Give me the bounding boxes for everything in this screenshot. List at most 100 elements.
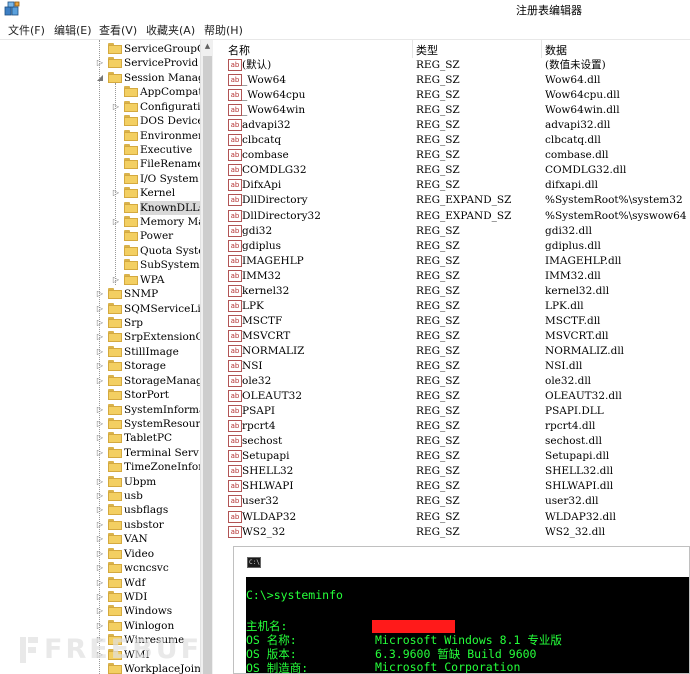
tree-item[interactable]: ◢ Session Manag (96, 71, 212, 85)
tree-item[interactable]: ▷ StillImage (96, 345, 212, 359)
value-row[interactable]: ab DifxApi REG_SZ difxapi.dll (214, 178, 690, 193)
tree-item[interactable]: KnownDLLs (112, 200, 212, 215)
column-header-data[interactable]: 数据 (545, 42, 567, 58)
tree-item[interactable]: ▷ usbflags (96, 503, 212, 517)
tree-scrollbar[interactable]: ▲ (200, 40, 213, 674)
column-separator[interactable] (412, 40, 413, 58)
value-row[interactable]: ab clbcatq REG_SZ clbcatq.dll (214, 133, 690, 148)
value-row[interactable]: ab MSCTF REG_SZ MSCTF.dll (214, 314, 690, 329)
value-row[interactable]: ab NORMALIZ REG_SZ NORMALIZ.dll (214, 344, 690, 359)
expand-arrow-right-icon[interactable]: ▷ (96, 533, 104, 545)
expand-arrow-right-icon[interactable]: ▷ (96, 490, 104, 502)
tree-item[interactable]: ▷ Video (96, 547, 212, 561)
expand-arrow-right-icon[interactable]: ▷ (112, 187, 120, 199)
menu-file[interactable]: 文件(F) (8, 22, 45, 38)
expand-arrow-right-icon[interactable]: ▷ (96, 476, 104, 488)
tree-item[interactable]: ▷ Kernel (112, 186, 212, 200)
tree-item[interactable]: ▷ TabletPC (96, 431, 212, 445)
tree-item[interactable]: DOS Devices (112, 114, 212, 128)
tree-item[interactable]: FileRename0 (112, 157, 212, 171)
expand-arrow-right-icon[interactable]: ▷ (96, 548, 104, 560)
expand-arrow-right-icon[interactable]: ▷ (96, 504, 104, 516)
expand-arrow-right-icon[interactable]: ▷ (96, 360, 104, 372)
tree-item[interactable]: Environment (112, 129, 212, 143)
tree-item[interactable]: ▷ wcncsvc (96, 561, 212, 575)
menu-favorites[interactable]: 收藏夹(A) (146, 22, 195, 38)
tree-item[interactable]: ▷ Memory Mana (112, 215, 212, 229)
value-row[interactable]: ab WLDAP32 REG_SZ WLDAP32.dll (214, 510, 690, 525)
tree-item[interactable]: ▷ SystemResourc (96, 417, 212, 431)
expand-arrow-right-icon[interactable]: ▷ (112, 216, 120, 228)
registry-key-tree[interactable]: ServiceGroupO ▷ ServiceProvid ◢ Session Mana… (0, 40, 213, 674)
expand-arrow-right-icon[interactable]: ▷ (96, 288, 104, 300)
value-row[interactable]: ab WS2_32 REG_SZ WS2_32.dll (214, 525, 690, 540)
expand-arrow-down-icon[interactable]: ◢ (96, 72, 104, 84)
tree-item[interactable]: ▷ Srp (96, 316, 212, 330)
value-row[interactable]: ab DllDirectory REG_EXPAND_SZ %SystemRoot%\… (214, 193, 690, 208)
expand-arrow-right-icon[interactable]: ▷ (96, 562, 104, 574)
value-row[interactable]: ab user32 REG_SZ user32.dll (214, 494, 690, 509)
value-row[interactable]: ab Setupapi REG_SZ Setupapi.dll (214, 449, 690, 464)
value-row[interactable]: ab advapi32 REG_SZ advapi32.dll (214, 118, 690, 133)
expand-arrow-right-icon[interactable]: ▷ (96, 519, 104, 531)
tree-item[interactable]: TimeZoneInfor (96, 460, 212, 474)
regedit-app-icon[interactable] (4, 1, 20, 16)
tree-item[interactable]: ▷ Windows (96, 604, 212, 618)
value-row[interactable]: ab DllDirectory32 REG_EXPAND_SZ %SystemRoot… (214, 209, 690, 224)
tree-item[interactable]: ▷ WPA (112, 273, 212, 287)
menu-view[interactable]: 查看(V) (99, 22, 137, 38)
tree-item[interactable]: ▷ SystemInforma (96, 403, 212, 417)
value-row[interactable]: ab _Wow64 REG_SZ Wow64.dll (214, 73, 690, 88)
tree-item[interactable]: ▷ SrpExtensionC (96, 330, 212, 344)
tree-item[interactable]: ▷ Terminal Serv (96, 446, 212, 460)
tree-item[interactable]: ▷ VAN (96, 532, 212, 546)
tree-item[interactable]: ▷ usbstor (96, 518, 212, 532)
tree-item[interactable]: SubSystems (112, 258, 212, 272)
scroll-up-arrow-icon[interactable]: ▲ (202, 41, 213, 52)
value-row[interactable]: ab IMM32 REG_SZ IMM32.dll (214, 269, 690, 284)
expand-arrow-right-icon[interactable]: ▷ (96, 346, 104, 358)
tree-item[interactable]: I/O System (112, 172, 212, 186)
menu-help[interactable]: 帮助(H) (204, 22, 243, 38)
column-header-name[interactable]: 名称 (228, 42, 250, 58)
value-row[interactable]: ab rpcrt4 REG_SZ rpcrt4.dll (214, 419, 690, 434)
expand-arrow-right-icon[interactable]: ▷ (96, 317, 104, 329)
value-row[interactable]: ab OLEAUT32 REG_SZ OLEAUT32.dll (214, 389, 690, 404)
column-separator[interactable] (541, 40, 542, 58)
tree-item[interactable]: AppCompatCa (112, 85, 212, 99)
value-row[interactable]: ab IMAGEHLP REG_SZ IMAGEHLP.dll (214, 254, 690, 269)
tree-item[interactable]: ▷ Storage (96, 359, 212, 373)
menu-edit[interactable]: 编辑(E) (54, 22, 92, 38)
tree-item[interactable]: ▷ Ubpm (96, 475, 212, 489)
tree-item[interactable]: ▷ usb (96, 489, 212, 503)
tree-item[interactable]: ▷ Wdf (96, 576, 212, 590)
expand-arrow-right-icon[interactable]: ▷ (96, 57, 104, 69)
expand-arrow-right-icon[interactable]: ▷ (96, 418, 104, 430)
tree-item[interactable]: ▷ SNMP (96, 287, 212, 301)
value-row[interactable]: ab combase REG_SZ combase.dll (214, 148, 690, 163)
value-row[interactable]: ab NSI REG_SZ NSI.dll (214, 359, 690, 374)
tree-item[interactable]: ▷ StorageManage (96, 374, 212, 388)
tree-item[interactable]: ▷ WDI (96, 590, 212, 604)
tree-item[interactable]: ▷ SQMServiceLis (96, 302, 212, 316)
expand-arrow-right-icon[interactable]: ▷ (96, 605, 104, 617)
expand-arrow-right-icon[interactable]: ▷ (96, 303, 104, 315)
tree-item[interactable]: ServiceGroupO (96, 42, 212, 56)
expand-arrow-right-icon[interactable]: ▷ (96, 404, 104, 416)
expand-arrow-right-icon[interactable]: ▷ (96, 432, 104, 444)
value-row[interactable]: ab _Wow64cpu REG_SZ Wow64cpu.dll (214, 88, 690, 103)
value-row[interactable]: ab ole32 REG_SZ ole32.dll (214, 374, 690, 389)
tree-item[interactable]: Executive (112, 143, 212, 157)
tree-item[interactable]: ▷ Winlogon (96, 619, 212, 633)
value-row[interactable]: ab PSAPI REG_SZ PSAPI.DLL (214, 404, 690, 419)
value-row[interactable]: ab _Wow64win REG_SZ Wow64win.dll (214, 103, 690, 118)
value-row[interactable]: ab kernel32 REG_SZ kernel32.dll (214, 284, 690, 299)
expand-arrow-right-icon[interactable]: ▷ (96, 577, 104, 589)
tree-item[interactable]: Power (112, 229, 212, 243)
expand-arrow-right-icon[interactable]: ▷ (96, 375, 104, 387)
scroll-thumb[interactable] (203, 56, 212, 674)
expand-arrow-right-icon[interactable]: ▷ (96, 620, 104, 632)
value-row[interactable]: ab LPK REG_SZ LPK.dll (214, 299, 690, 314)
expand-arrow-right-icon[interactable]: ▷ (112, 274, 120, 286)
expand-arrow-right-icon[interactable]: ▷ (96, 447, 104, 459)
